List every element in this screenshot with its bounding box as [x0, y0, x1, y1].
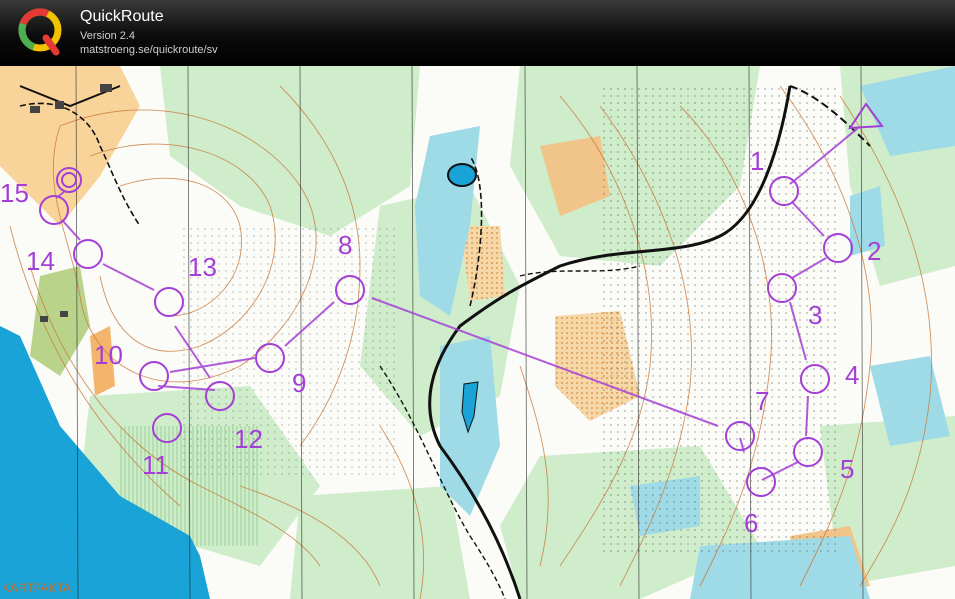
app-header: QuickRoute Version 2.4 matstroeng.se/qui… — [0, 0, 955, 66]
control-number-11: 11 — [142, 450, 169, 480]
control-number-12: 12 — [234, 424, 263, 454]
control-number-2: 2 — [867, 236, 881, 266]
control-number-6: 6 — [744, 508, 758, 538]
control-number-7: 7 — [755, 386, 769, 416]
control-number-10: 10 — [94, 340, 123, 370]
control-number-8: 8 — [338, 230, 352, 260]
control-number-13: 13 — [188, 252, 217, 282]
app-version: Version 2.4 — [80, 30, 136, 42]
control-number-5: 5 — [840, 454, 854, 484]
control-number-4: 4 — [845, 360, 859, 390]
control-number-15: 15 — [0, 178, 29, 208]
control-number-9: 9 — [292, 368, 306, 398]
map-legend-label: KARTFAKTA — [2, 581, 71, 595]
app-url[interactable]: matstroeng.se/quickroute/sv — [80, 44, 218, 56]
app-title: QuickRoute — [80, 8, 164, 25]
control-number-3: 3 — [808, 300, 822, 330]
quickroute-logo-icon — [18, 8, 62, 56]
map-canvas: 1 2 3 4 5 6 7 8 9 10 11 12 13 14 15 — [0, 66, 955, 599]
control-number-14: 14 — [26, 246, 55, 276]
orienteering-map[interactable]: 1 2 3 4 5 6 7 8 9 10 11 12 13 14 15 KART… — [0, 66, 955, 599]
control-number-1: 1 — [750, 146, 764, 176]
